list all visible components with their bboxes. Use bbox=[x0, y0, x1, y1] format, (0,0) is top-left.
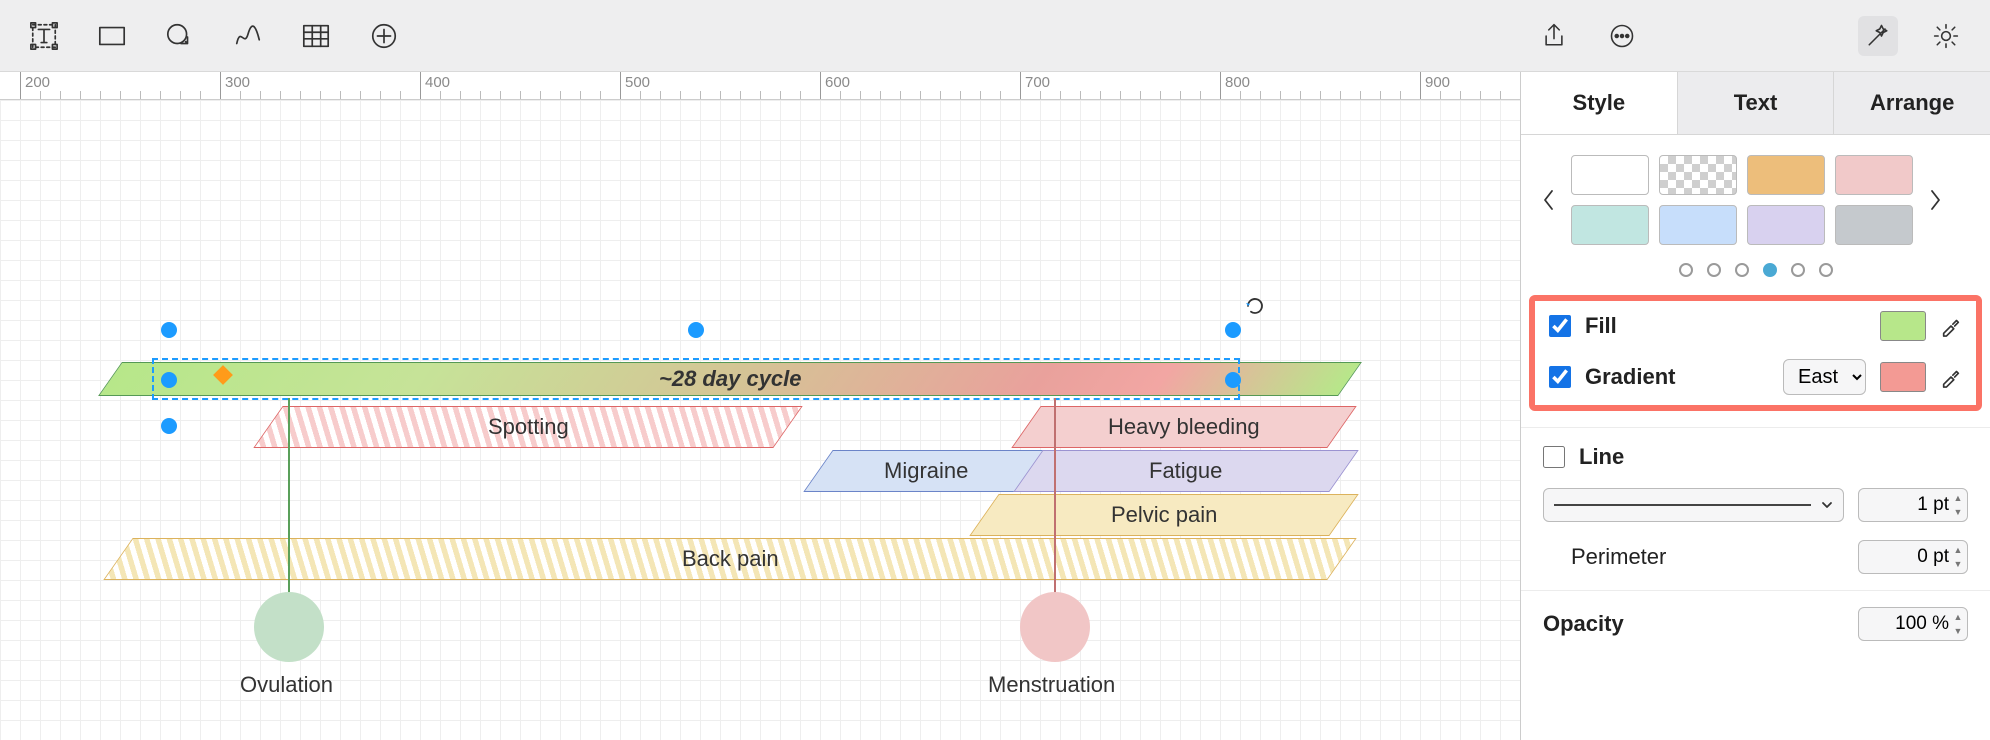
add-tool-icon[interactable] bbox=[364, 16, 404, 56]
selection-handle[interactable] bbox=[1225, 372, 1241, 388]
freehand-tool-icon[interactable] bbox=[228, 16, 268, 56]
properties-panel: Style Text Arrange Fill bbox=[1520, 72, 1990, 740]
shape-fatigue[interactable]: Fatigue bbox=[1013, 450, 1358, 492]
shape-pelvic-pain[interactable]: Pelvic pain bbox=[969, 494, 1358, 536]
pager-dot[interactable] bbox=[1707, 263, 1721, 277]
stepper-icon[interactable]: ▲▼ bbox=[1951, 610, 1965, 638]
fill-label: Fill bbox=[1585, 313, 1617, 339]
eyedropper-icon[interactable] bbox=[1940, 366, 1962, 388]
style-preset-orange[interactable] bbox=[1747, 155, 1825, 195]
panel-tabs: Style Text Arrange bbox=[1521, 72, 1990, 135]
fill-color-chip[interactable] bbox=[1880, 311, 1926, 341]
connector-menstruation bbox=[1054, 398, 1056, 616]
selection-rotate-handle[interactable] bbox=[1245, 296, 1265, 316]
selection-handle[interactable] bbox=[161, 418, 177, 434]
shape-spotting[interactable]: Spotting bbox=[253, 406, 802, 448]
pager-dot[interactable] bbox=[1735, 263, 1749, 277]
selection-handle[interactable] bbox=[161, 372, 177, 388]
ruler-tick: 400 bbox=[420, 72, 421, 99]
menstruation-label: Menstruation bbox=[988, 672, 1115, 698]
style-preset-purple[interactable] bbox=[1747, 205, 1825, 245]
connector-ovulation bbox=[288, 398, 290, 616]
ruler: 200 300 400 500 600 700 800 900 bbox=[0, 72, 1520, 100]
ruler-tick: 900 bbox=[1420, 72, 1421, 99]
stepper-icon[interactable]: ▲▼ bbox=[1951, 543, 1965, 571]
toolbar bbox=[0, 0, 1990, 72]
brightness-icon[interactable] bbox=[1926, 16, 1966, 56]
ruler-tick: 300 bbox=[220, 72, 221, 99]
eyedropper-icon[interactable] bbox=[1940, 315, 1962, 337]
selection-handle[interactable] bbox=[688, 322, 704, 338]
share-icon[interactable] bbox=[1534, 16, 1574, 56]
ruler-tick: 700 bbox=[1020, 72, 1021, 99]
label: Back pain bbox=[682, 546, 779, 572]
gradient-direction-select[interactable]: East bbox=[1783, 359, 1866, 395]
style-presets bbox=[1571, 155, 1913, 245]
style-presets-next-icon[interactable] bbox=[1925, 190, 1945, 210]
table-tool-icon[interactable] bbox=[296, 16, 336, 56]
canvas[interactable]: 200300400500600700800900 ~28 day cycle bbox=[0, 72, 1520, 740]
ovulation-label: Ovulation bbox=[240, 672, 333, 698]
style-preset-teal[interactable] bbox=[1571, 205, 1649, 245]
more-icon[interactable] bbox=[1602, 16, 1642, 56]
style-preset-blue[interactable] bbox=[1659, 205, 1737, 245]
style-preset-none-checker[interactable] bbox=[1659, 155, 1737, 195]
pager-dot[interactable] bbox=[1819, 263, 1833, 277]
line-checkbox[interactable] bbox=[1543, 446, 1565, 468]
shape-heavy-bleeding[interactable]: Heavy bleeding bbox=[1011, 406, 1356, 448]
gradient-label: Gradient bbox=[1585, 364, 1675, 390]
pager-dot[interactable] bbox=[1679, 263, 1693, 277]
opacity-input[interactable]: 100 % ▲▼ bbox=[1858, 607, 1968, 641]
text-tool-icon[interactable] bbox=[24, 16, 64, 56]
style-preset-gray[interactable] bbox=[1835, 205, 1913, 245]
opacity-label: Opacity bbox=[1543, 611, 1624, 637]
ruler-tick: 600 bbox=[820, 72, 821, 99]
selection-handle[interactable] bbox=[161, 322, 177, 338]
style-presets-pager bbox=[1521, 253, 1990, 295]
rectangle-tool-icon[interactable] bbox=[92, 16, 132, 56]
shape-back-pain[interactable]: Back pain bbox=[103, 538, 1356, 580]
shape-migraine[interactable]: Migraine bbox=[803, 450, 1048, 492]
style-preset-pink[interactable] bbox=[1835, 155, 1913, 195]
pager-dot[interactable] bbox=[1763, 263, 1777, 277]
selection-rect bbox=[152, 358, 1240, 400]
label: Fatigue bbox=[1149, 458, 1222, 484]
label: Pelvic pain bbox=[1111, 502, 1217, 528]
label: Spotting bbox=[488, 414, 569, 440]
line-width-input[interactable]: 1 pt ▲▼ bbox=[1858, 488, 1968, 522]
stepper-icon[interactable]: ▲▼ bbox=[1951, 491, 1965, 519]
line-label: Line bbox=[1579, 444, 1624, 470]
tab-arrange[interactable]: Arrange bbox=[1834, 72, 1990, 134]
style-presets-prev-icon[interactable] bbox=[1539, 190, 1559, 210]
fill-checkbox[interactable] bbox=[1549, 315, 1571, 337]
shape-menstruation-marker[interactable] bbox=[1020, 592, 1090, 662]
ruler-tick: 500 bbox=[620, 72, 621, 99]
ruler-tick: 800 bbox=[1220, 72, 1221, 99]
label: Migraine bbox=[884, 458, 968, 484]
ellipse-tool-icon[interactable] bbox=[160, 16, 200, 56]
tab-text[interactable]: Text bbox=[1678, 72, 1835, 134]
fill-gradient-highlight: Fill Gradient East bbox=[1529, 295, 1982, 411]
tab-style[interactable]: Style bbox=[1521, 72, 1678, 134]
style-preset-white[interactable] bbox=[1571, 155, 1649, 195]
label: Heavy bleeding bbox=[1108, 414, 1260, 440]
perimeter-label: Perimeter bbox=[1543, 544, 1666, 570]
selection-handle[interactable] bbox=[1225, 322, 1241, 338]
ruler-tick: 200 bbox=[20, 72, 21, 99]
magic-wand-icon[interactable] bbox=[1858, 16, 1898, 56]
pager-dot[interactable] bbox=[1791, 263, 1805, 277]
shape-ovulation-marker[interactable] bbox=[254, 592, 324, 662]
perimeter-input[interactable]: 0 pt ▲▼ bbox=[1858, 540, 1968, 574]
line-style-select[interactable] bbox=[1543, 488, 1844, 522]
gradient-color-chip[interactable] bbox=[1880, 362, 1926, 392]
gradient-checkbox[interactable] bbox=[1549, 366, 1571, 388]
